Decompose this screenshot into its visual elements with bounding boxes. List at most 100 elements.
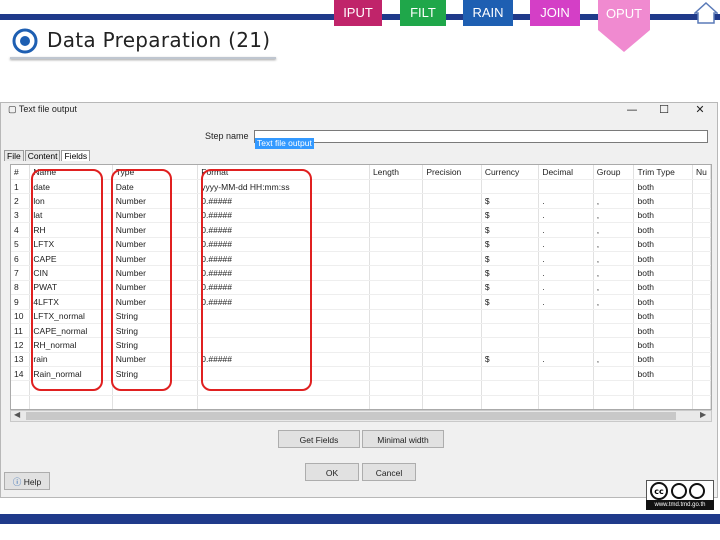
table-cell[interactable]: $: [481, 208, 540, 224]
table-cell[interactable]: both: [633, 208, 694, 224]
table-cell[interactable]: [593, 179, 635, 195]
table-cell[interactable]: ,: [593, 222, 635, 238]
table-cell[interactable]: [422, 352, 482, 368]
table-cell[interactable]: [538, 337, 594, 353]
column-header[interactable]: Group: [593, 165, 635, 180]
table-cell[interactable]: [422, 323, 482, 339]
table-cell[interactable]: both: [633, 251, 694, 267]
table-cell[interactable]: [593, 309, 635, 324]
table-cell[interactable]: $: [481, 193, 540, 209]
table-cell[interactable]: both: [633, 280, 694, 296]
table-cell[interactable]: [692, 208, 711, 224]
table-cell[interactable]: [538, 179, 594, 195]
table-cell[interactable]: [422, 337, 482, 353]
table-cell[interactable]: [593, 366, 635, 382]
table-cell[interactable]: 9: [11, 294, 31, 310]
table-cell[interactable]: both: [633, 237, 694, 252]
table-cell[interactable]: [369, 222, 424, 238]
table-cell[interactable]: [422, 265, 482, 281]
table-cell[interactable]: $: [481, 251, 540, 267]
table-cell[interactable]: 1: [11, 179, 31, 195]
tab-join[interactable]: JOIN: [530, 0, 580, 26]
table-cell[interactable]: both: [633, 323, 694, 339]
table-cell[interactable]: [369, 237, 424, 252]
table-cell[interactable]: 5: [11, 237, 31, 252]
table-cell[interactable]: [422, 366, 482, 382]
table-cell[interactable]: .: [538, 294, 594, 310]
scroll-right-icon[interactable]: ▶: [700, 410, 706, 419]
column-header[interactable]: Length: [369, 165, 424, 180]
tab-file[interactable]: File: [4, 150, 24, 161]
table-cell[interactable]: [369, 208, 424, 224]
table-cell[interactable]: [481, 179, 540, 195]
table-cell[interactable]: [422, 237, 482, 252]
get-fields-button[interactable]: Get Fields: [278, 430, 360, 448]
maximize-icon[interactable]: ☐: [654, 103, 674, 116]
scrollbar-thumb[interactable]: [26, 412, 676, 420]
table-cell[interactable]: 6: [11, 251, 31, 267]
help-button[interactable]: ⓘ Help: [4, 472, 50, 490]
table-cell[interactable]: [692, 323, 711, 339]
tab-oput[interactable]: OPUT: [598, 0, 650, 52]
table-cell[interactable]: both: [633, 294, 694, 310]
table-cell[interactable]: [369, 294, 424, 310]
table-cell[interactable]: both: [633, 309, 694, 324]
table-cell[interactable]: [422, 294, 482, 310]
column-header[interactable]: Precision: [422, 165, 482, 180]
table-cell[interactable]: both: [633, 352, 694, 368]
table-cell[interactable]: 14: [11, 366, 31, 382]
table-cell[interactable]: 11: [11, 323, 31, 339]
minimal-width-button[interactable]: Minimal width: [362, 430, 444, 448]
table-cell[interactable]: $: [481, 352, 540, 368]
tab-filt[interactable]: FILT: [400, 0, 446, 26]
table-cell[interactable]: [369, 265, 424, 281]
table-cell[interactable]: [481, 366, 540, 382]
column-header[interactable]: #: [11, 165, 31, 180]
table-cell[interactable]: .: [538, 352, 594, 368]
table-cell[interactable]: [481, 323, 540, 339]
table-cell[interactable]: [369, 309, 424, 324]
table-cell[interactable]: 10: [11, 309, 31, 324]
table-cell[interactable]: ,: [593, 237, 635, 252]
table-cell[interactable]: [481, 309, 540, 324]
table-cell[interactable]: [422, 222, 482, 238]
table-cell[interactable]: [422, 193, 482, 209]
table-cell[interactable]: [538, 323, 594, 339]
table-cell[interactable]: both: [633, 222, 694, 238]
minimize-icon[interactable]: —: [622, 103, 642, 116]
table-cell[interactable]: [422, 208, 482, 224]
table-cell[interactable]: 7: [11, 265, 31, 281]
table-cell[interactable]: 8: [11, 280, 31, 296]
table-cell[interactable]: [692, 265, 711, 281]
table-cell[interactable]: ,: [593, 251, 635, 267]
tab-content[interactable]: Content: [24, 150, 61, 161]
table-cell[interactable]: [538, 309, 594, 324]
table-cell[interactable]: [422, 280, 482, 296]
table-cell[interactable]: [692, 193, 711, 209]
table-cell[interactable]: [593, 337, 635, 353]
home-icon[interactable]: [694, 2, 718, 24]
table-cell[interactable]: [692, 309, 711, 324]
close-icon[interactable]: ✕: [690, 103, 710, 116]
table-cell[interactable]: both: [633, 265, 694, 281]
scroll-left-icon[interactable]: ◀: [14, 410, 20, 419]
table-cell[interactable]: [481, 337, 540, 353]
table-cell[interactable]: ,: [593, 193, 635, 209]
table-cell[interactable]: $: [481, 265, 540, 281]
step-name-input[interactable]: Text file output: [254, 130, 708, 149]
table-cell[interactable]: [593, 323, 635, 339]
table-cell[interactable]: .: [538, 222, 594, 238]
table-cell[interactable]: [369, 337, 424, 353]
table-cell[interactable]: $: [481, 280, 540, 296]
table-cell[interactable]: .: [538, 208, 594, 224]
table-cell[interactable]: both: [633, 337, 694, 353]
table-cell[interactable]: 4: [11, 222, 31, 238]
table-cell[interactable]: .: [538, 280, 594, 296]
table-cell[interactable]: .: [538, 265, 594, 281]
table-cell[interactable]: [369, 179, 424, 195]
table-cell[interactable]: .: [538, 237, 594, 252]
tab-iput[interactable]: IPUT: [334, 0, 382, 26]
table-cell[interactable]: [422, 251, 482, 267]
table-cell[interactable]: [692, 237, 711, 252]
table-cell[interactable]: [692, 280, 711, 296]
